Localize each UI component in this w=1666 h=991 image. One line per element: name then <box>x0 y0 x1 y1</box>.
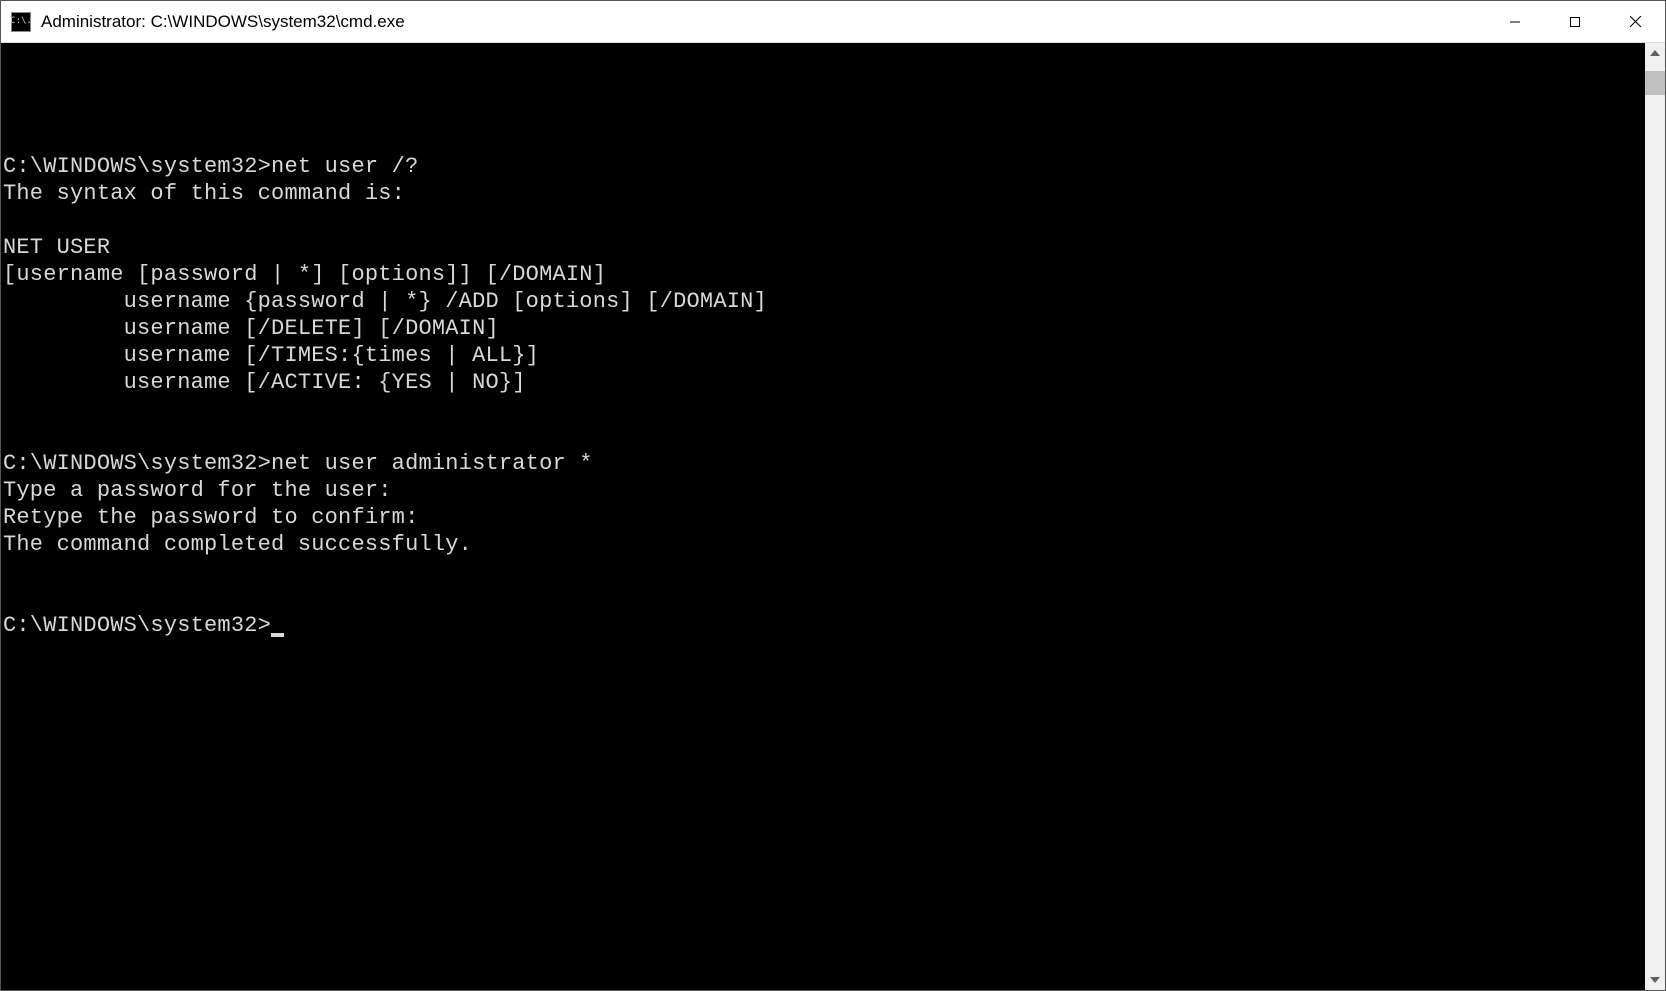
terminal-line: [username [password | *] [options]] [/DO… <box>3 262 606 287</box>
scroll-down-arrow[interactable] <box>1645 970 1665 990</box>
cmd-window: C:\. Administrator: C:\WINDOWS\system32\… <box>0 0 1666 991</box>
scroll-track[interactable] <box>1645 63 1665 970</box>
scroll-thumb[interactable] <box>1645 71 1665 95</box>
content-area: C:\WINDOWS\system32>net user /? The synt… <box>1 43 1665 990</box>
terminal-line: Retype the password to confirm: <box>3 505 418 530</box>
terminal-line: C:\WINDOWS\system32>net user administrat… <box>3 451 593 476</box>
terminal-line: NET USER <box>3 235 110 260</box>
terminal-line: The syntax of this command is: <box>3 181 405 206</box>
terminal-line: username [/ACTIVE: {YES | NO}] <box>3 370 526 395</box>
terminal-line: C:\WINDOWS\system32>net user /? <box>3 154 418 179</box>
cmd-icon: C:\. <box>11 12 31 32</box>
cursor <box>271 633 284 637</box>
vertical-scrollbar[interactable] <box>1645 43 1665 990</box>
terminal-prompt: C:\WINDOWS\system32> <box>3 613 271 638</box>
maximize-button[interactable] <box>1545 1 1605 42</box>
terminal-line: username [/TIMES:{times | ALL}] <box>3 343 539 368</box>
close-button[interactable] <box>1605 1 1665 42</box>
minimize-button[interactable] <box>1485 1 1545 42</box>
terminal-line: The command completed successfully. <box>3 532 472 557</box>
terminal-line: username {password | *} /ADD [options] [… <box>3 289 767 314</box>
window-controls <box>1485 1 1665 42</box>
terminal-line: username [/DELETE] [/DOMAIN] <box>3 316 499 341</box>
scroll-up-arrow[interactable] <box>1645 43 1665 63</box>
titlebar[interactable]: C:\. Administrator: C:\WINDOWS\system32\… <box>1 1 1665 43</box>
terminal[interactable]: C:\WINDOWS\system32>net user /? The synt… <box>1 43 1645 990</box>
window-title: Administrator: C:\WINDOWS\system32\cmd.e… <box>41 12 1485 32</box>
terminal-content: C:\WINDOWS\system32>net user /? The synt… <box>1 97 1645 639</box>
terminal-line: Type a password for the user: <box>3 478 392 503</box>
